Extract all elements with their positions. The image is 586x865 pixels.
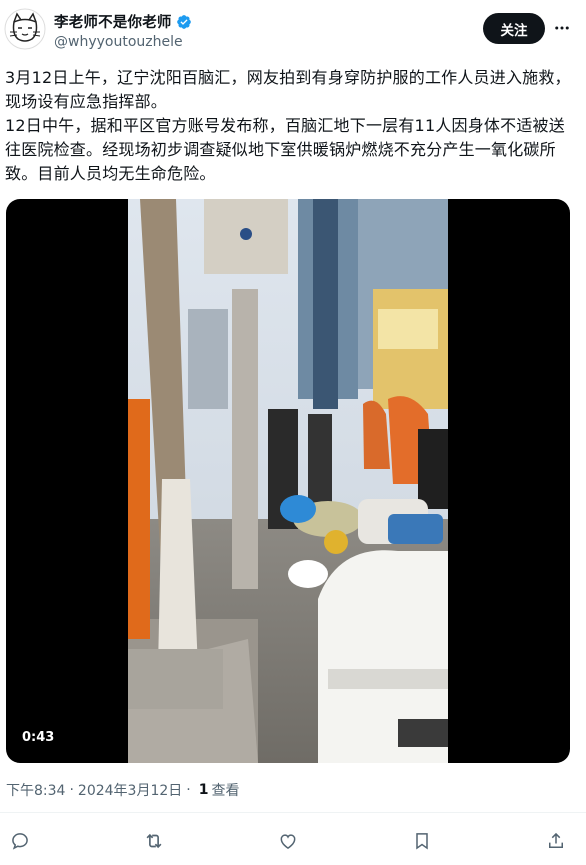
- author-handle[interactable]: @whyyoutouzhele: [54, 34, 183, 50]
- author-display-name[interactable]: 李老师不是你老师: [54, 11, 172, 32]
- like-icon: [280, 834, 296, 849]
- more-options-button[interactable]: [551, 17, 573, 39]
- views-count: 1: [198, 782, 209, 798]
- views-label: 查看: [211, 783, 240, 799]
- repost-icon: [146, 833, 162, 849]
- reply-button[interactable]: [8, 829, 32, 853]
- avatar[interactable]: [4, 8, 46, 50]
- repost-button[interactable]: [142, 829, 166, 853]
- meta-separator: ·: [186, 782, 191, 798]
- tweet-text: 3月12日上午，辽宁沈阳百脑汇，网友拍到有身穿防护服的工作人员进入施救，现场设有…: [5, 68, 571, 183]
- share-button[interactable]: [544, 829, 568, 853]
- follow-button[interactable]: 关注: [483, 13, 545, 44]
- tweet-date[interactable]: 2024年3月12日: [78, 780, 182, 800]
- divider: [0, 812, 586, 813]
- like-button[interactable]: [276, 829, 300, 853]
- tweet-time[interactable]: 下午8:34: [6, 780, 65, 800]
- bookmark-button[interactable]: [410, 829, 434, 853]
- author-name-row: 李老师不是你老师: [54, 11, 192, 32]
- more-horizontal-icon: [555, 26, 569, 30]
- video-player[interactable]: 0:43: [6, 199, 570, 763]
- verified-badge-icon: [176, 14, 191, 29]
- video-duration: 0:43: [16, 728, 61, 747]
- action-bar: [0, 825, 586, 859]
- video-frame-street-scene: [128, 199, 448, 763]
- reply-icon: [12, 833, 28, 850]
- cat-doodle-icon: [4, 8, 46, 50]
- share-icon: [549, 832, 563, 848]
- tweet-meta: 下午8:34 · 2024年3月12日 · 1 查看: [6, 780, 239, 800]
- bookmark-icon: [416, 833, 428, 850]
- meta-separator: ·: [69, 782, 74, 798]
- tweet-header: 李老师不是你老师 @whyyoutouzhele 关注: [0, 0, 586, 66]
